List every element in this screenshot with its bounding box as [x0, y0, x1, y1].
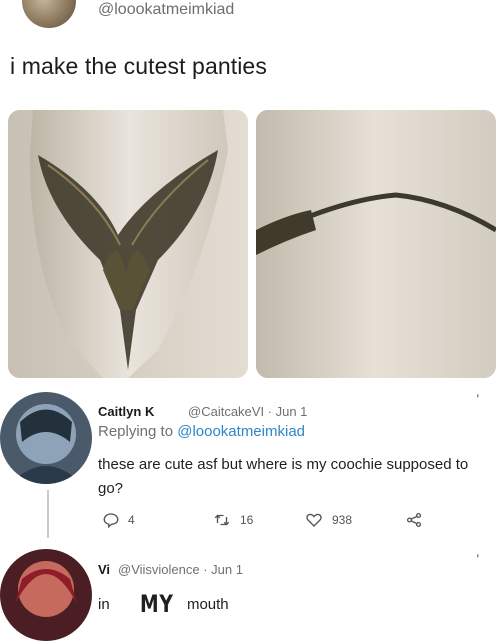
heart-icon [306, 513, 322, 527]
vi-word-2: MY [139, 590, 174, 618]
reply-handle-date: @CaitcakeVI · Jun 1 [188, 404, 308, 419]
replying-to: Replying to @loookatmeimkiad [98, 423, 305, 440]
mannequin-side-image [256, 110, 496, 378]
vi-text: in MY mouth [98, 587, 229, 618]
photo-left[interactable] [8, 110, 248, 378]
share-action[interactable] [404, 511, 424, 529]
reply-text: these are cute asf but where is my cooch… [98, 456, 469, 497]
avatar-image [0, 549, 92, 641]
vi-name[interactable]: Vi [98, 562, 110, 577]
share-icon [406, 512, 422, 528]
reply-avatar[interactable] [0, 392, 92, 484]
retweet-action[interactable]: 16 [212, 511, 253, 529]
vi-word-1: in [98, 596, 110, 613]
reply-action[interactable]: 4 [102, 511, 135, 529]
replying-target-link[interactable]: @loookatmeimkiad [177, 423, 305, 440]
photo-right[interactable] [256, 110, 496, 378]
retweet-count: 16 [240, 513, 254, 527]
top-avatar[interactable] [22, 0, 76, 28]
reply-name[interactable]: Caitlyn K [98, 404, 154, 419]
retweet-icon [214, 514, 230, 526]
more-options-icon[interactable]: ... [474, 553, 490, 556]
vi-avatar[interactable] [0, 549, 92, 641]
top-handle[interactable]: @loookatmeimkiad [98, 1, 234, 19]
reply-icon [103, 513, 119, 529]
vi-word-3: mouth [186, 596, 229, 613]
like-action[interactable]: 938 [304, 511, 352, 529]
avatar-image [0, 392, 92, 484]
vi-handle-date: @Viisviolence · Jun 1 [118, 562, 243, 577]
like-count: 938 [332, 513, 353, 527]
tweet-text: i make the cutest panties [10, 53, 267, 79]
reply-count: 4 [128, 513, 135, 527]
thread-line [47, 490, 49, 538]
more-options-icon[interactable]: ... [474, 393, 490, 396]
replying-prefix: Replying to [98, 423, 178, 440]
mannequin-front-image [8, 110, 248, 378]
